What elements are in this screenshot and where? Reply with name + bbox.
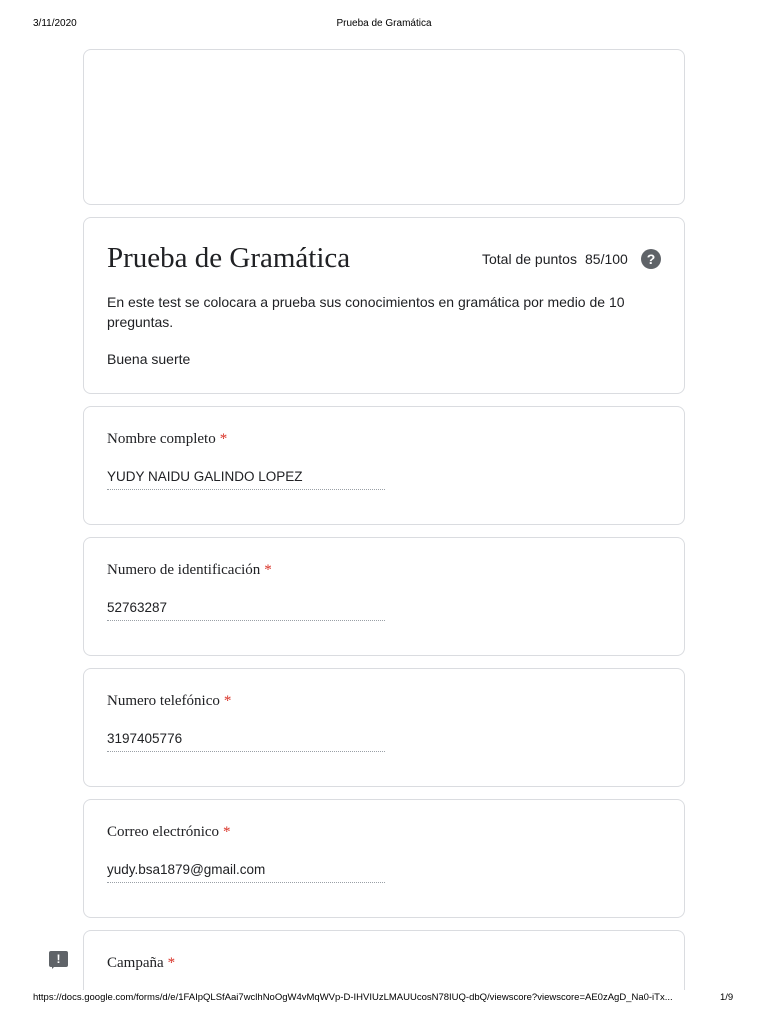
- form-description-closing: Buena suerte: [107, 351, 191, 367]
- print-url: https://docs.google.com/forms/d/e/1FAIpQ…: [33, 992, 673, 1003]
- required-asterisk: *: [219, 431, 228, 447]
- form-title: Prueba de Gramática: [107, 242, 351, 274]
- question-card-correo: Correo electrónico * yudy.bsa1879@gmail.c…: [83, 799, 685, 918]
- answer-field: 3197405776: [107, 731, 385, 752]
- answer-field: yudy.bsa1879@gmail.com: [107, 862, 385, 883]
- question-card-telefono: Numero telefónico * 3197405776: [83, 668, 685, 787]
- score-summary: Total de puntos 85/100: [482, 251, 628, 267]
- help-icon[interactable]: ?: [641, 249, 661, 269]
- question-label: Campaña *: [107, 955, 176, 971]
- print-title: Prueba de Gramática: [336, 18, 432, 29]
- page-number: 1/9: [720, 992, 734, 1003]
- required-asterisk: *: [223, 824, 231, 840]
- answer-field: YUDY NAIDU GALINDO LOPEZ: [107, 469, 385, 490]
- question-label: Numero de identificación *: [107, 562, 272, 578]
- answer-field: 52763287: [107, 600, 385, 621]
- score-value: 85/100: [585, 251, 628, 267]
- score-label: Total de puntos: [482, 251, 577, 267]
- question-card-identificacion: Numero de identificación * 52763287: [83, 537, 685, 656]
- required-asterisk: *: [167, 955, 176, 971]
- question-label: Nombre completo *: [107, 431, 228, 447]
- question-label: Numero telefónico *: [107, 693, 232, 709]
- feedback-icon[interactable]: !: [49, 951, 68, 969]
- question-card-nombre: Nombre completo * YUDY NAIDU GALINDO LOPE…: [83, 406, 685, 525]
- print-footer: https://docs.google.com/forms/d/e/1FAIpQ…: [0, 992, 768, 1006]
- form-header-card: Prueba de Gramática Total de puntos 85/1…: [83, 217, 685, 394]
- required-asterisk: *: [264, 562, 272, 578]
- print-header: 3/11/2020 Prueba de Gramática: [0, 18, 768, 32]
- required-asterisk: *: [223, 693, 232, 709]
- form-banner: [83, 49, 685, 205]
- question-label: Correo electrónico *: [107, 824, 231, 840]
- question-card-campana: Campaña *: [83, 930, 685, 990]
- form-description: En este test se colocara a prueba sus co…: [107, 294, 625, 330]
